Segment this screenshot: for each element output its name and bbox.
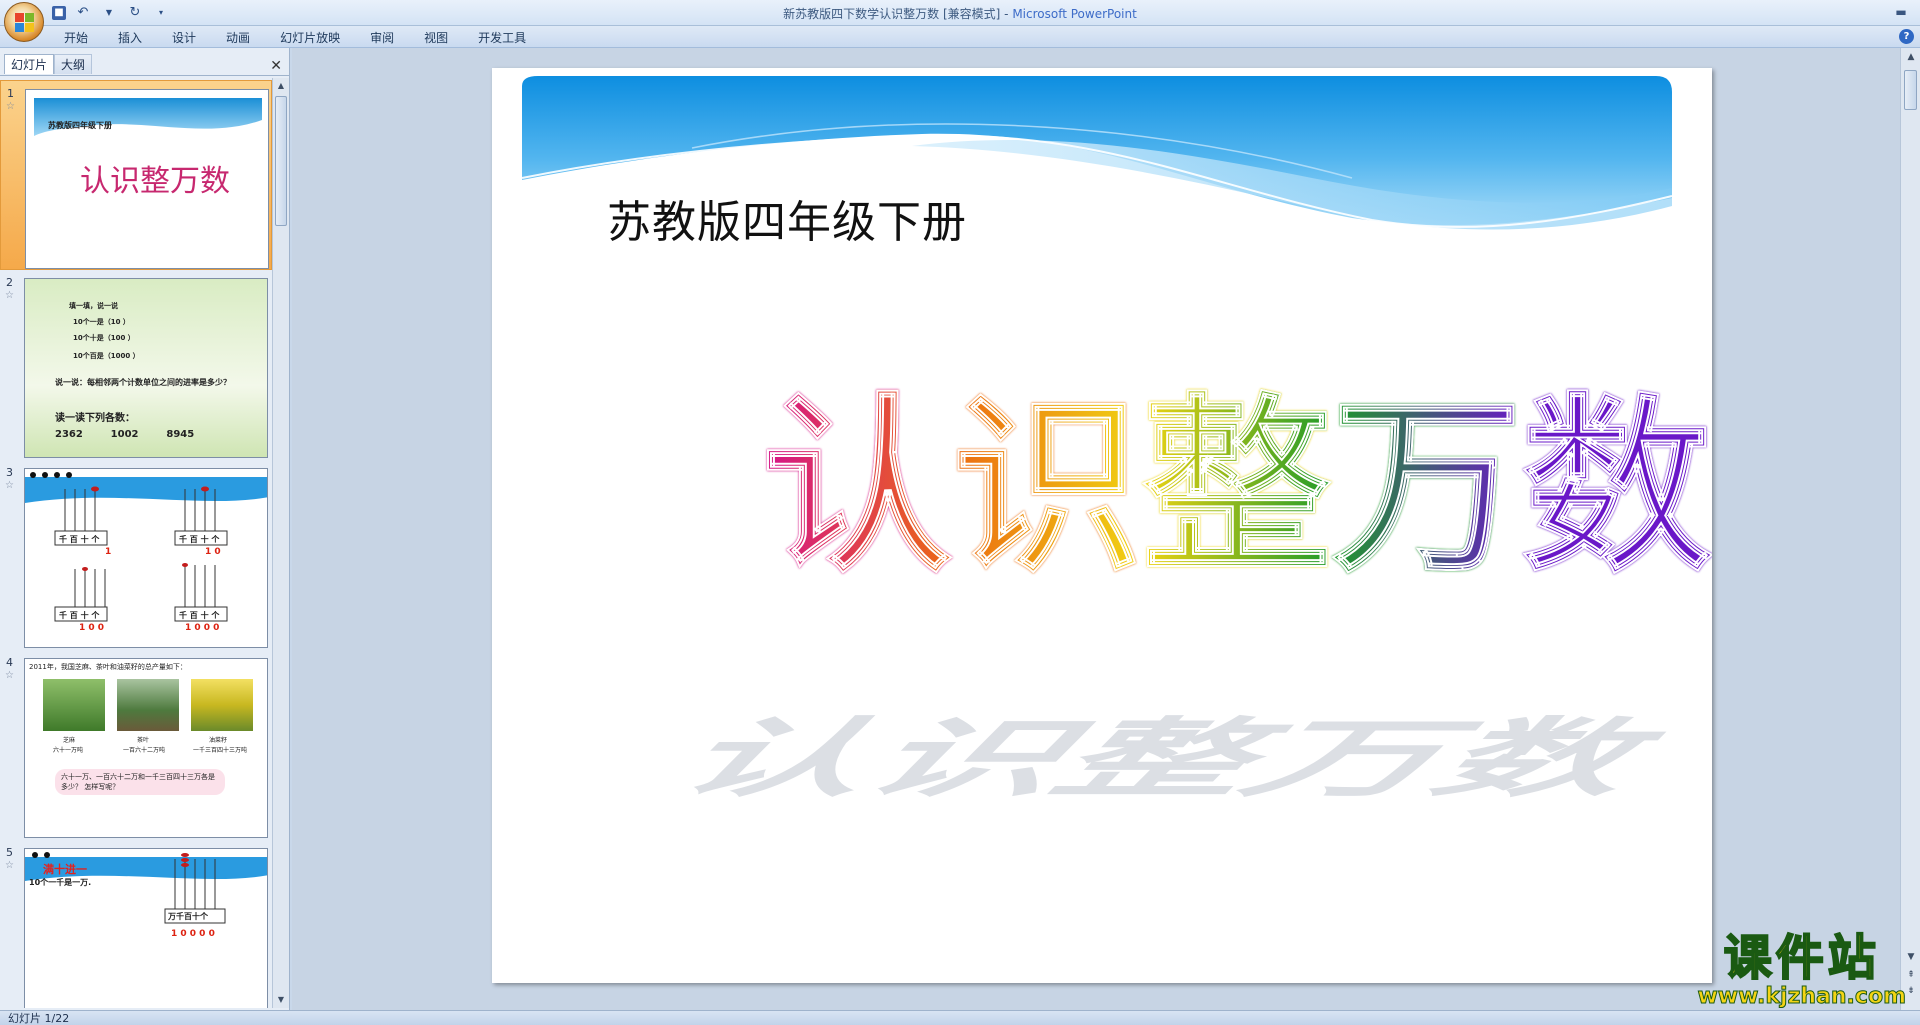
thumbnail-slide-4[interactable]: 4 ☆ 2011年，我国芝麻、茶叶和油菜籽的总产量如下： 芝麻 六十一万吨 茶叶… — [0, 650, 272, 840]
document-title: 新苏教版四下数学认识整万数 [兼容模式] — [783, 7, 1001, 21]
tab-slides[interactable]: 幻灯片 — [4, 54, 55, 74]
tab-1[interactable]: 插入 — [106, 29, 154, 47]
window-controls: ▬ — [1888, 3, 1914, 21]
close-panel-icon[interactable]: ✕ — [270, 58, 282, 74]
tab-4[interactable]: 幻灯片放映 — [268, 29, 352, 47]
slide-number: 4 — [6, 656, 13, 669]
scrollbar-thumb[interactable] — [275, 96, 287, 226]
animation-star-icon: ☆ — [6, 101, 15, 112]
title-char: 整 — [1141, 377, 1333, 598]
thumbnail-slide-2[interactable]: 2 ☆ 填一填，说一说 10个一是（10 ） 10个十是（100 ） 10个百是… — [0, 270, 272, 460]
panel-tabs: 幻灯片 大纲 ✕ — [0, 52, 290, 76]
thumbnail-scrollbar[interactable]: ▲ ▼ — [272, 78, 289, 1008]
slide-number: 5 — [6, 846, 13, 859]
thumbnail-slide-3[interactable]: 3 ☆ 千 百 十 个 千 百 十 个 千 百 十 个 千 百 十 个 1 1 … — [0, 460, 272, 650]
help-icon[interactable]: ? — [1899, 29, 1914, 44]
scroll-down-icon[interactable]: ▼ — [273, 992, 289, 1008]
scrollbar-thumb[interactable] — [1904, 70, 1917, 110]
thumbnail-frame: 苏教版四年级下册 认识整万数 — [25, 89, 269, 269]
slide-number: 2 — [6, 276, 13, 289]
ribbon-tabs: 开始 插入 设计 动画 幻灯片放映 审阅 视图 开发工具 — [52, 29, 544, 47]
sesame-photo — [43, 679, 105, 731]
thumbnail-slide-1[interactable]: 1 ☆ 苏教版四年级下册 认识整万数 — [0, 80, 272, 270]
tab-2[interactable]: 设计 — [160, 29, 208, 47]
thumbnail-frame: 千 百 十 个 千 百 十 个 千 百 十 个 千 百 十 个 1 1 0 1 … — [24, 468, 268, 648]
slide-scrollbar[interactable]: ▲ ▼ ⇞ ⇟ — [1900, 48, 1920, 1010]
slide-counter: 幻灯片 1/22 — [8, 1012, 70, 1025]
thumb-subtitle: 苏教版四年级下册 — [48, 121, 112, 130]
current-slide[interactable]: 苏教版四年级下册 认识整万数 认识整万数 — [492, 68, 1712, 983]
title-bar: ■ ↶ ▼ ↻ ▾ 新苏教版四下数学认识整万数 [兼容模式] - Microso… — [0, 0, 1920, 26]
tea-photo — [117, 679, 179, 731]
tab-7[interactable]: 开发工具 — [466, 29, 538, 47]
watermark: 课件站 www.kjzhan.com — [1697, 930, 1907, 1009]
scroll-up-icon[interactable]: ▲ — [1903, 50, 1919, 64]
title-shadow: 认识整万数 — [642, 689, 1712, 813]
thumbnail-list: 1 ☆ 苏教版四年级下册 认识整万数 2 ☆ 填一填，说一说 10个一是（10 … — [0, 78, 272, 1008]
app-name: Microsoft PowerPoint — [1012, 7, 1137, 21]
watermark-logo: 课件站 — [1723, 930, 1880, 986]
title-char: 识 — [951, 377, 1143, 598]
ribbon-tab-bar: 开始 插入 设计 动画 幻灯片放映 审阅 视图 开发工具 ? — [0, 26, 1920, 48]
office-logo-icon — [15, 13, 35, 33]
thumbnail-frame: 满十进一 10个一千是一万. 万千百十个 1 0 0 0 0 — [24, 848, 268, 1008]
thumbnail-frame: 填一填，说一说 10个一是（10 ） 10个十是（100 ） 10个百是（100… — [24, 278, 268, 458]
thumbnail-frame: 2011年，我国芝麻、茶叶和油菜籽的总产量如下： 芝麻 六十一万吨 茶叶 一百六… — [24, 658, 268, 838]
slides-panel: 幻灯片 大纲 ✕ 1 ☆ 苏教版四年级下册 认识整万数 2 ☆ 填一填，说一说 … — [0, 48, 290, 1010]
animation-star-icon: ☆ — [5, 670, 14, 681]
tab-3[interactable]: 动画 — [214, 29, 262, 47]
window-title: 新苏教版四下数学认识整万数 [兼容模式] - Microsoft PowerPo… — [783, 7, 1137, 21]
slide-editing-area: 苏教版四年级下册 认识整万数 认识整万数 — [292, 48, 1900, 1010]
office-button[interactable] — [4, 2, 44, 42]
watermark-url: www.kjzhan.com — [1697, 984, 1907, 1009]
scroll-up-icon[interactable]: ▲ — [273, 78, 289, 94]
rapeseed-photo — [191, 679, 253, 731]
animation-star-icon: ☆ — [5, 860, 14, 871]
slide-number: 3 — [6, 466, 13, 479]
slide-subtitle[interactable]: 苏教版四年级下册 — [607, 186, 967, 250]
thumbnail-3-graphic — [25, 472, 267, 622]
thumb-title: 认识整万数 — [80, 164, 230, 199]
animation-star-icon: ☆ — [5, 480, 14, 491]
thumbnail-slide-5[interactable]: 5 ☆ 满十进一 10个一千是一万. 万千百十个 1 0 0 0 0 — [0, 840, 272, 1008]
title-char: 数 — [1521, 377, 1712, 598]
tab-6[interactable]: 视图 — [412, 29, 460, 47]
tab-outline[interactable]: 大纲 — [54, 54, 93, 74]
tab-0[interactable]: 开始 — [52, 29, 100, 47]
slide-title[interactable]: 认识整万数 — [761, 377, 1712, 598]
animation-star-icon: ☆ — [5, 290, 14, 301]
tab-5[interactable]: 审阅 — [358, 29, 406, 47]
title-char: 万 — [1331, 377, 1523, 598]
title-char: 认 — [761, 377, 953, 598]
minimize-icon[interactable]: ▬ — [1888, 3, 1914, 21]
status-bar: 幻灯片 1/22 — [0, 1010, 1920, 1025]
slide-number: 1 — [7, 87, 14, 100]
